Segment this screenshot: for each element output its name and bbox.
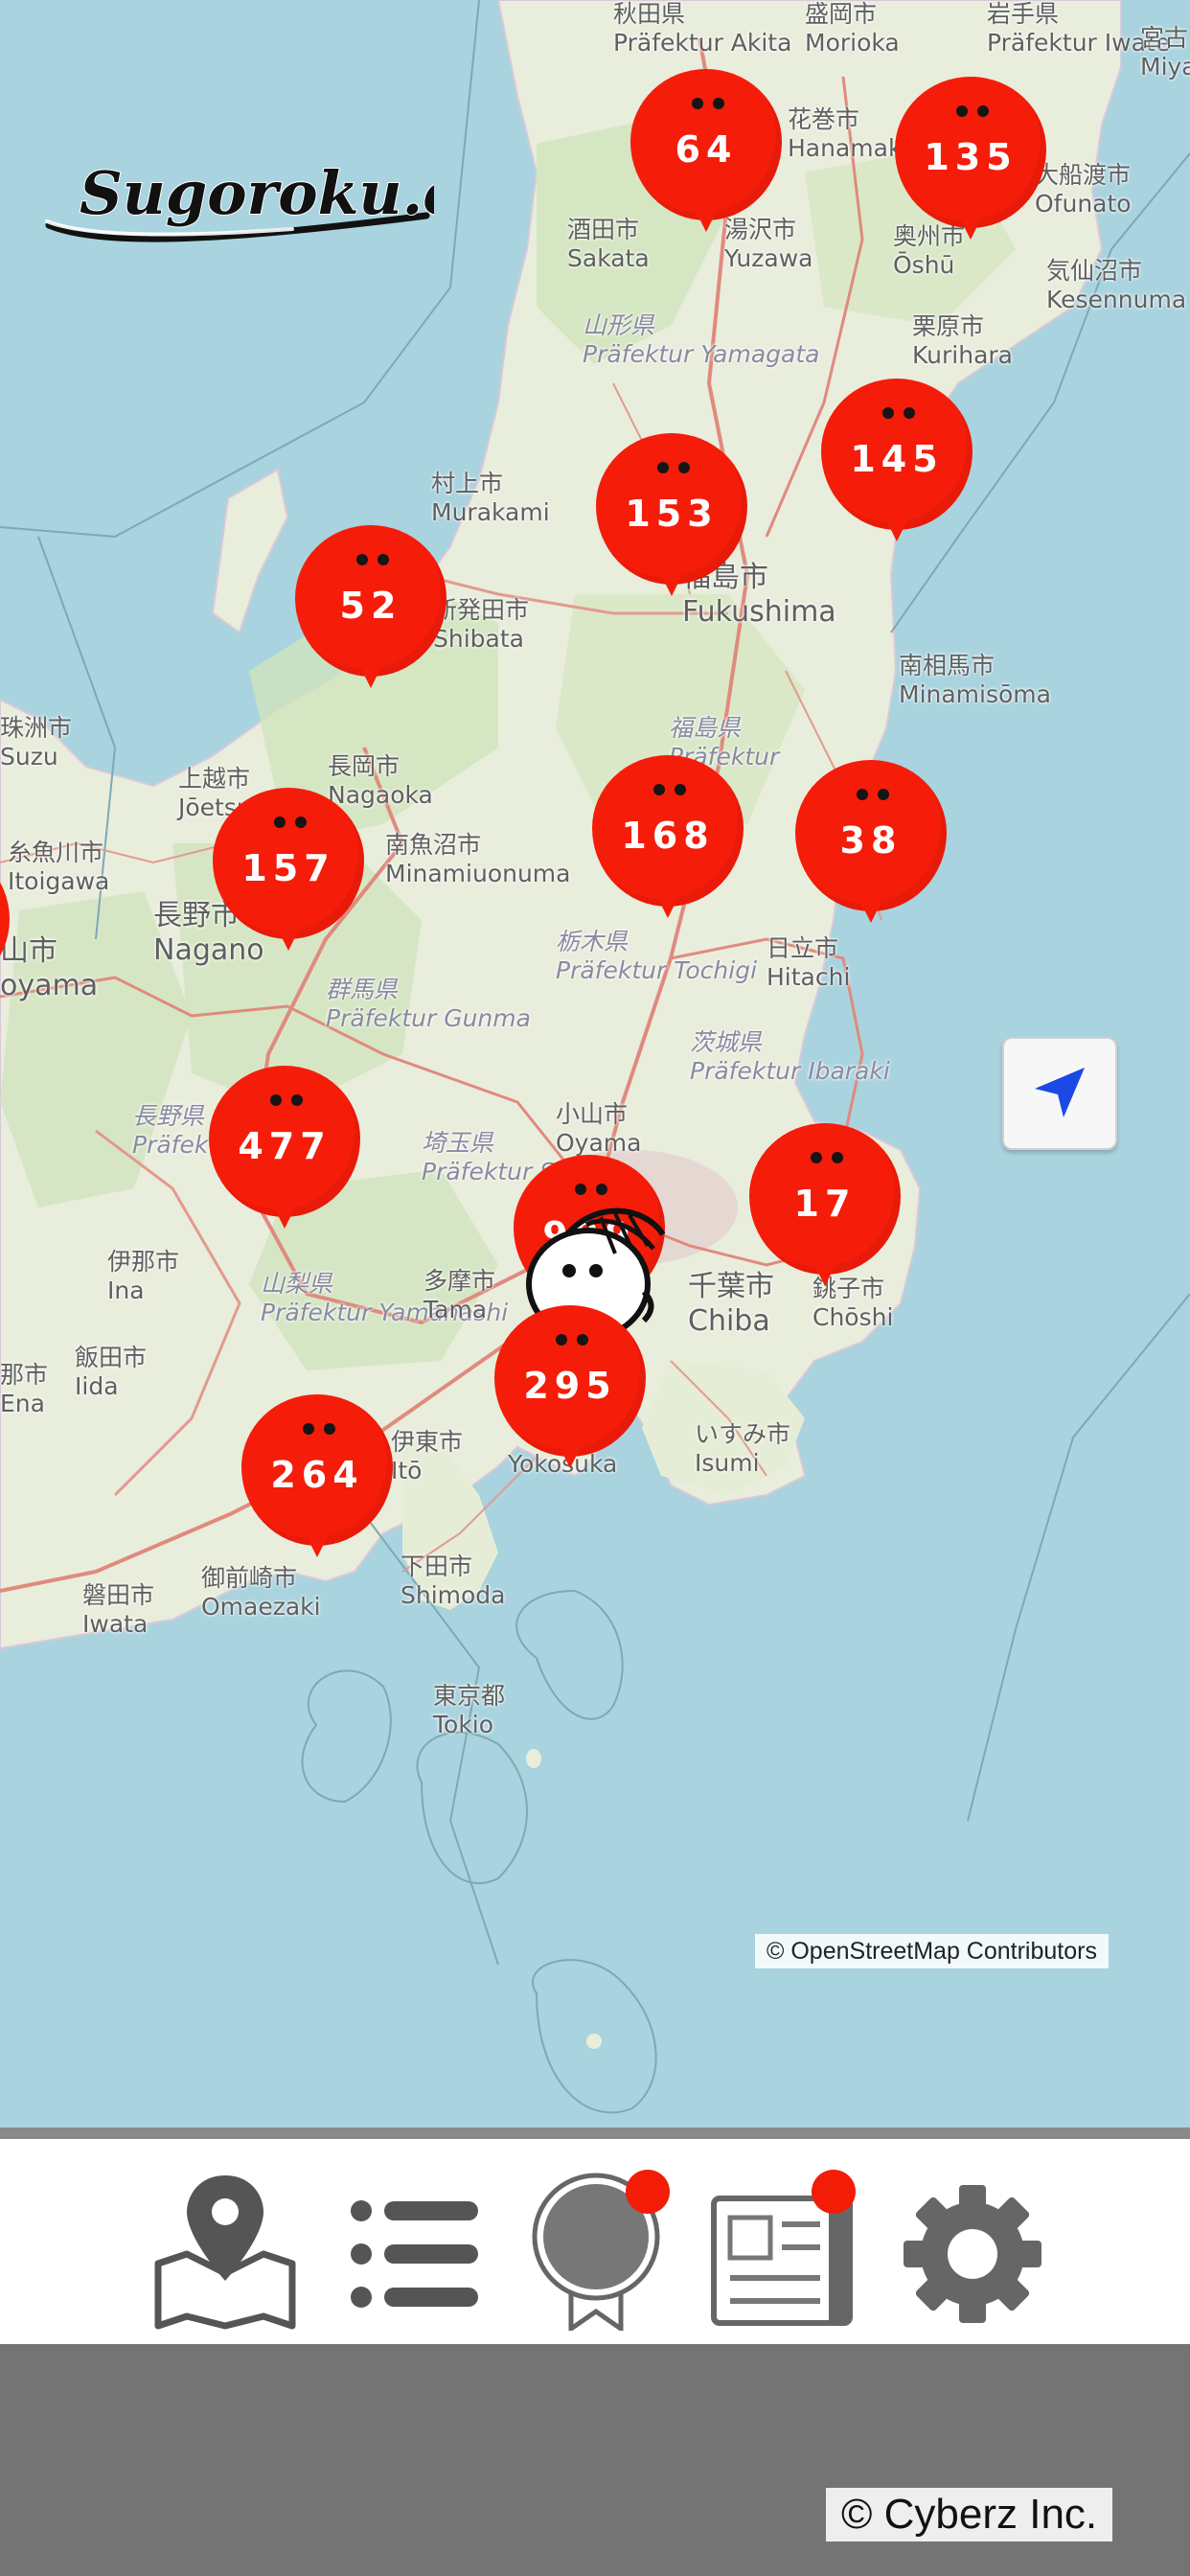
cluster-pin[interactable]: 153 — [596, 433, 747, 596]
map-label-isumi: いすみ市 Isumi — [695, 1420, 791, 1477]
location-arrow-icon — [1035, 1068, 1085, 1117]
map-label-gunma: 群馬県 Präfektur Gunma — [326, 976, 531, 1032]
map-label-minamiuonuma: 南魚沼市 Minamiuonuma — [385, 831, 571, 887]
cluster-pin[interactable]: 145 — [821, 379, 973, 541]
map-label-iida: 飯田市 Iida — [75, 1344, 148, 1400]
map-label-toyama: 山市 oyama — [0, 934, 99, 1002]
svg-text:Sugoroku.com: Sugoroku.com — [80, 158, 434, 228]
map-label-tama: 多摩市 Tama — [423, 1267, 496, 1323]
cluster-pin[interactable]: 52 — [295, 525, 446, 688]
notification-badge — [812, 2170, 856, 2214]
map-label-murakami: 村上市 Murakami — [431, 470, 550, 526]
map-label-ibaraki: 茨城県 Präfektur Ibaraki — [690, 1028, 890, 1085]
cluster-pin[interactable]: 157 — [213, 788, 364, 951]
map-label-tokyo: 東京都 Tokio — [433, 1682, 506, 1738]
cluster-pin[interactable]: 264 — [241, 1394, 393, 1557]
map-label-suzu: 珠洲市 Suzu — [0, 714, 73, 770]
map-label-ena: 那市 Ena — [0, 1361, 49, 1417]
map-label-minamisoma: 南相馬市 Minamisōma — [899, 652, 1051, 708]
map-pin-icon — [154, 2175, 296, 2330]
map-label-kesennuma: 気仙沼市 Kesennuma — [1046, 257, 1187, 313]
map-label-hanamaki: 花巻市 Hanamaki — [788, 105, 909, 162]
map-label-shibata: 新発田市 Shibata — [433, 596, 530, 653]
cluster-pin[interactable]: 17 — [749, 1123, 901, 1286]
cluster-pin[interactable]: 64 — [630, 69, 782, 232]
cluster-pin[interactable]: 295 — [494, 1305, 646, 1468]
map-label-miyako: 宮古 Miya — [1140, 24, 1190, 80]
map-label-yamagata: 山形県 Präfektur Yamagata — [583, 311, 820, 368]
tab-medal[interactable] — [527, 2158, 680, 2331]
map-label-ofunato: 大船渡市 Ofunato — [1035, 161, 1132, 218]
copyright-label: © Cyberz Inc. — [826, 2488, 1113, 2542]
list-icon — [351, 2200, 478, 2308]
cluster-pin[interactable]: 168 — [592, 755, 744, 918]
map-label-iwata: 磐田市 Iwata — [82, 1581, 155, 1638]
map-attribution: © OpenStreetMap Contributors — [755, 1934, 1109, 1968]
map-label-tochigi: 栃木県 Präfektur Tochigi — [556, 928, 758, 984]
map-label-shimoda: 下田市 Shimoda — [400, 1552, 506, 1609]
tab-settings[interactable] — [896, 2158, 1049, 2331]
bottom-tab-bar — [0, 2128, 1190, 2344]
map-label-morioka: 盛岡市 Morioka — [805, 0, 900, 57]
map-label-ito: 伊東市 Itō — [391, 1428, 464, 1484]
map-label-omaezaki: 御前崎市 Omaezaki — [201, 1564, 321, 1621]
map-view[interactable]: 秋田県 Präfektur Akita 盛岡市 Morioka 岩手県 Präfekt… — [0, 0, 1190, 2128]
map-label-itoigawa: 糸魚川市 Itoigawa — [8, 839, 110, 895]
locate-me-button[interactable] — [1002, 1037, 1117, 1150]
cluster-pin[interactable]: 477 — [209, 1066, 360, 1229]
map-label-akita: 秋田県 Präfektur Akita — [613, 0, 792, 57]
tab-list[interactable] — [340, 2158, 493, 2331]
tab-map[interactable] — [149, 2158, 302, 2331]
tab-news[interactable] — [709, 2158, 862, 2331]
gear-icon — [904, 2185, 1041, 2323]
cluster-pin[interactable]: 38 — [795, 760, 947, 923]
notification-badge — [626, 2170, 670, 2214]
map-label-kurihara: 栗原市 Kurihara — [912, 312, 1013, 369]
sugoroku-logo: Sugoroku.com — [43, 157, 562, 249]
map-label-hitachi: 日立市 Hitachi — [767, 934, 851, 991]
map-label-ina: 伊那市 Ina — [107, 1248, 180, 1304]
cluster-pin[interactable]: 135 — [895, 77, 1046, 240]
